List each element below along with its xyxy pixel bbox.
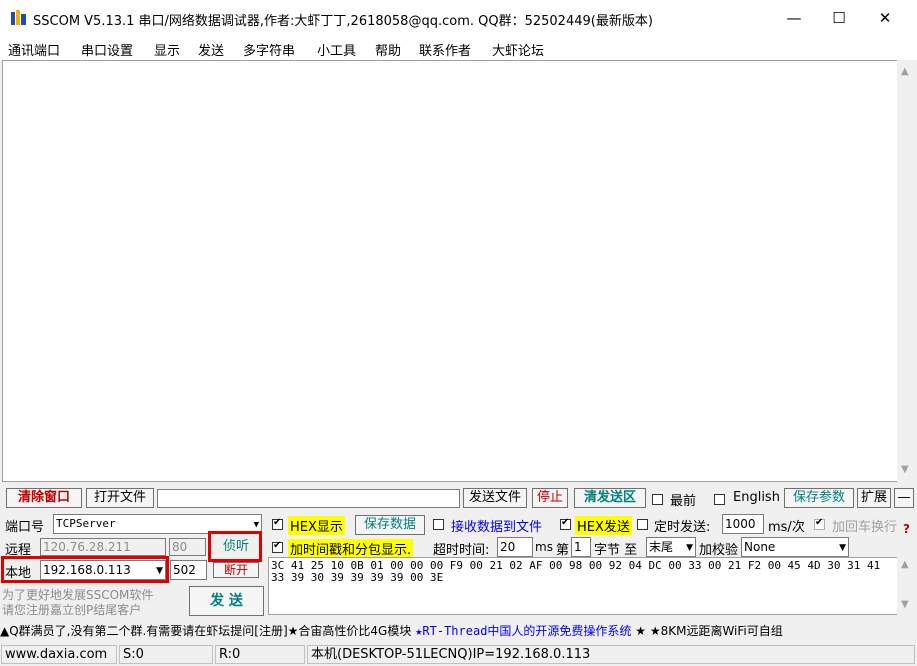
hex-send-checkbox[interactable] (560, 517, 571, 530)
ticker-part-3: ★ ★8KM远距离WiFi可自组 (631, 624, 783, 638)
menu-multi-string[interactable]: 多字符串 (243, 40, 295, 59)
send-scrollbar[interactable]: ▲ ▼ (897, 557, 915, 615)
nth-label: 第 (556, 543, 570, 558)
scroll-up-icon[interactable]: ▲ (901, 66, 909, 77)
scroll-up-icon[interactable]: ▲ (901, 559, 909, 570)
close-button[interactable]: ✕ (862, 0, 908, 36)
collapse-button[interactable]: — (894, 488, 914, 508)
host-ip-info: 本机(DESKTOP-51LECNQ)IP=192.168.0.113 (307, 645, 915, 664)
checksum-label: 加校验 (699, 543, 739, 558)
local-ip-highlight-box (1, 556, 169, 583)
checksum-select[interactable]: None ▼ (741, 537, 849, 557)
add-crlf-label: 加回车换行 (832, 520, 898, 535)
chevron-down-icon[interactable]: ▼ (686, 539, 693, 556)
website-link[interactable]: www.daxia.com (1, 645, 117, 664)
ticker-part-1: ▲Q群满员了,没有第二个群.有需要请在虾坛提问[注册]★合宙高性价比4G模块 (0, 624, 416, 638)
byte-to-label: 字节 至 (594, 543, 638, 558)
help-question-icon[interactable]: ? (903, 522, 910, 536)
checksum-value: None (744, 540, 776, 554)
minimize-button[interactable]: — (771, 0, 817, 36)
clear-send-button[interactable]: 清发送区 (574, 488, 646, 508)
menu-forum[interactable]: 大虾论坛 (492, 40, 544, 59)
timeout-input[interactable]: 20 (497, 537, 533, 557)
timeout-label: 超时时间: (433, 543, 490, 558)
english-label: English (733, 490, 780, 505)
nth-input[interactable]: 1 (571, 537, 591, 557)
remote-ip-input[interactable]: 120.76.28.211 (40, 538, 166, 556)
timed-send-label: 定时发送: (654, 520, 711, 535)
recv-to-file-label: 接收数据到文件 (451, 520, 543, 535)
receive-scrollbar[interactable]: ▲ ▼ (897, 60, 915, 482)
add-crlf-checkbox[interactable] (814, 517, 825, 530)
title-bar: SSCOM V5.13.1 串口/网络数据调试器,作者:大虾丁丁,2618058… (0, 0, 917, 36)
timestamp-checkbox[interactable] (272, 540, 283, 553)
listen-highlight-box (208, 531, 262, 562)
front-checkbox[interactable] (652, 494, 663, 505)
menu-help[interactable]: 帮助 (375, 40, 401, 59)
send-file-button[interactable]: 发送文件 (463, 488, 527, 508)
disconnect-button[interactable]: 断开 (213, 562, 259, 578)
end-select[interactable]: 末尾 ▼ (646, 537, 696, 557)
timed-send-checkbox[interactable] (637, 519, 648, 530)
save-params-button[interactable]: 保存参数 (784, 488, 854, 508)
sent-count: S:0 (119, 645, 213, 664)
menu-bar: 通讯端口 串口设置 显示 发送 多字符串 小工具 帮助 联系作者 大虾论坛 (0, 36, 917, 60)
english-checkbox[interactable] (714, 494, 725, 505)
app-window: SSCOM V5.13.1 串口/网络数据调试器,作者:大虾丁丁,2618058… (0, 0, 917, 666)
timestamp-label: 加时间戳和分包显示. (288, 539, 414, 558)
hex-display-checkbox[interactable] (272, 517, 283, 530)
menu-comm-port[interactable]: 通讯端口 (8, 40, 60, 59)
stop-button[interactable]: 停止 (532, 488, 568, 508)
chevron-down-icon[interactable]: ▼ (839, 539, 846, 556)
local-port-input[interactable]: 502 (170, 560, 207, 580)
send-button[interactable]: 发 送 (189, 586, 264, 616)
port-label: 端口号 (5, 520, 45, 535)
interval-unit-label: ms/次 (768, 520, 805, 535)
remote-port-input[interactable]: 80 (169, 538, 206, 556)
ticker-part-2[interactable]: ★RT-Thread中国人的开源免费操作系统 (415, 624, 631, 638)
file-path-input[interactable] (157, 489, 460, 508)
clear-window-button[interactable]: 清除窗口 (6, 488, 82, 508)
scroll-down-icon[interactable]: ▼ (901, 599, 909, 610)
hex-send-label: HEX发送 (575, 516, 632, 535)
port-type-value: TCPServer (56, 517, 116, 530)
menu-display[interactable]: 显示 (154, 40, 180, 59)
action-toolbar: 清除窗口 打开文件 发送文件 停止 清发送区 最前 English 保存参数 扩… (0, 486, 917, 512)
recv-to-file-checkbox[interactable] (433, 519, 444, 530)
end-select-value: 末尾 (649, 540, 674, 554)
received-count: R:0 (215, 645, 305, 664)
promo-line-2[interactable]: 请您注册嘉立创P结尾客户 (2, 601, 141, 618)
menu-contact-author[interactable]: 联系作者 (419, 40, 471, 59)
menu-serial-settings[interactable]: 串口设置 (81, 40, 133, 59)
scroll-down-icon[interactable]: ▼ (901, 464, 909, 475)
window-title: SSCOM V5.13.1 串口/网络数据调试器,作者:大虾丁丁,2618058… (33, 14, 653, 29)
app-logo-icon (11, 10, 26, 25)
menu-tools[interactable]: 小工具 (317, 40, 356, 59)
status-bar: www.daxia.com S:0 R:0 本机(DESKTOP-51LECNQ… (0, 643, 917, 666)
news-ticker[interactable]: ▲Q群满员了,没有第二个群.有需要请在虾坛提问[注册]★合宙高性价比4G模块 ★… (0, 621, 917, 641)
maximize-button[interactable]: ☐ (816, 0, 862, 36)
hex-display-label: HEX显示 (288, 516, 345, 535)
timeout-unit-label: ms (535, 540, 553, 554)
menu-send[interactable]: 发送 (198, 40, 224, 59)
send-text-area[interactable]: 3C 41 25 10 0B 01 00 00 00 F9 00 21 02 A… (268, 557, 898, 615)
open-file-button[interactable]: 打开文件 (86, 488, 154, 508)
expand-button[interactable]: 扩展 (857, 488, 891, 508)
front-label: 最前 (670, 494, 697, 509)
interval-input[interactable]: 1000 (722, 514, 764, 534)
save-data-button[interactable]: 保存数据 (355, 515, 425, 535)
receive-area[interactable] (2, 60, 898, 482)
